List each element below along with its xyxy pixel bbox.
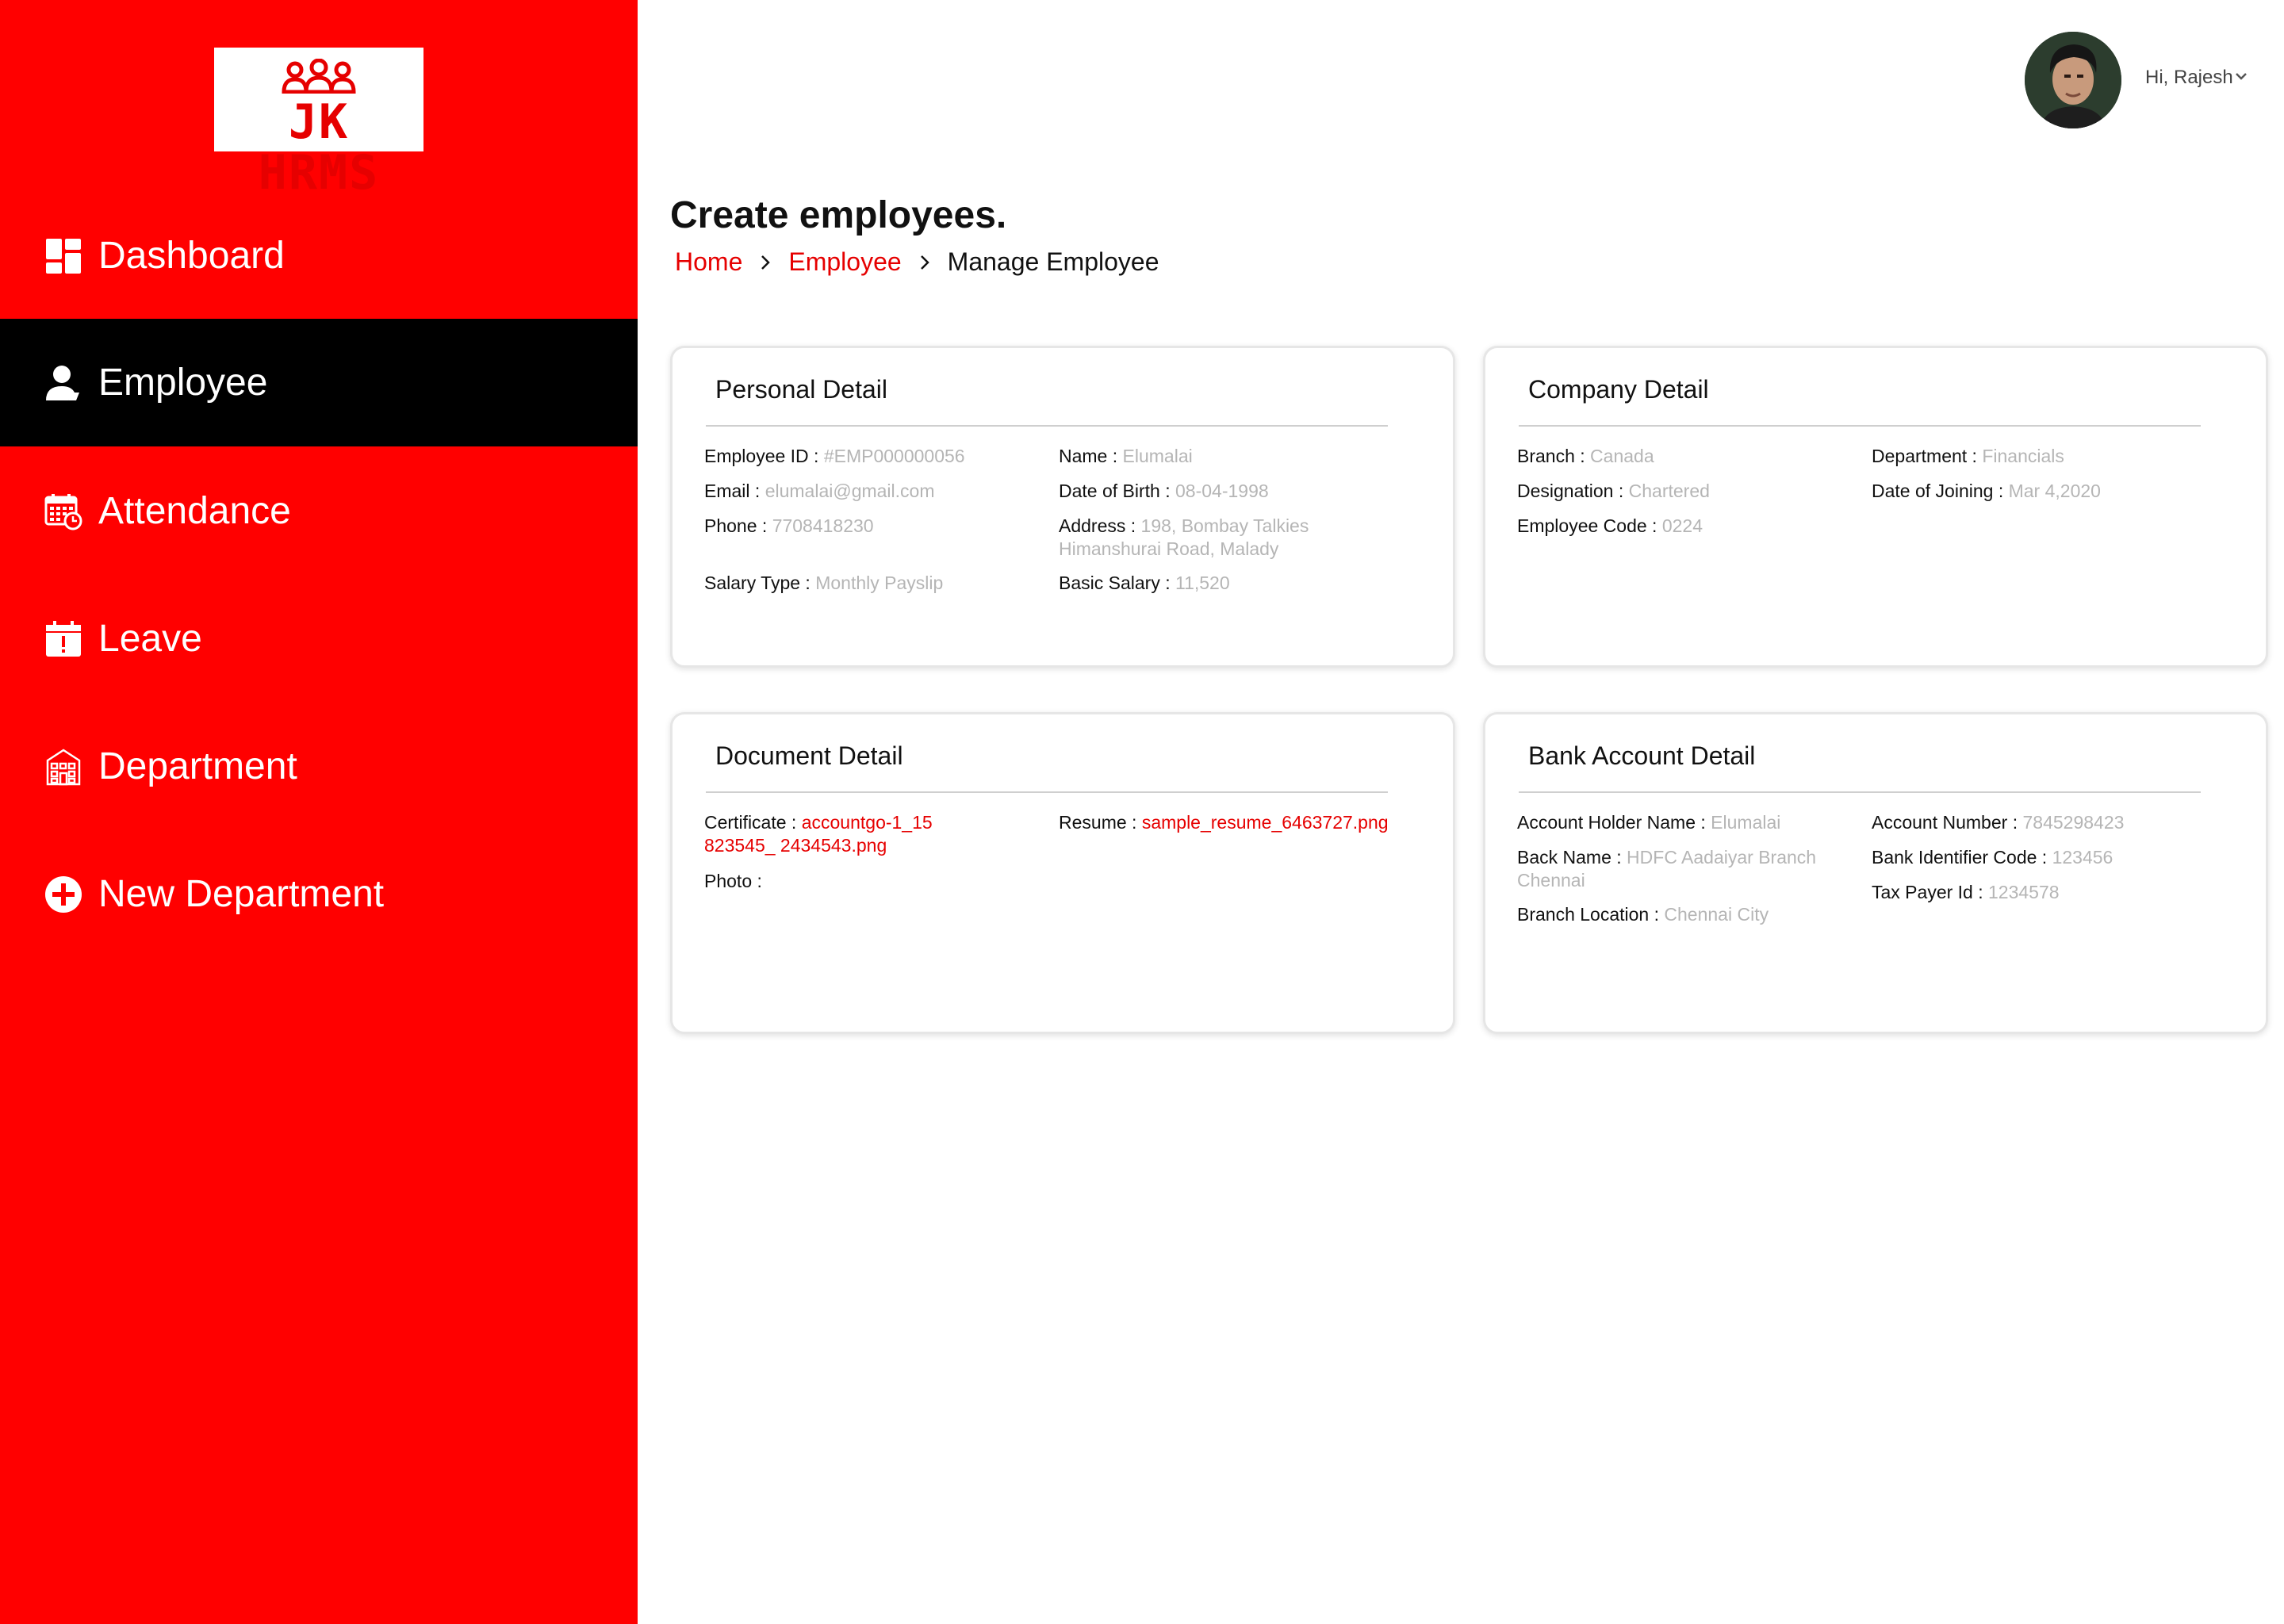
dashboard-icon (44, 237, 82, 275)
account-holder-field: Account Holder Name : Elumalai (1517, 812, 1781, 833)
date-of-joining-field: Date of Joining : Mar 4,2020 (1872, 481, 2101, 501)
address-field: Address : 198, Bombay Talkies Himanshura… (1059, 515, 1309, 559)
sidebar-item-label: Employee (98, 361, 268, 404)
dob-field: Date of Birth : 08-04-1998 (1059, 481, 1269, 501)
user-icon (44, 364, 82, 402)
page-title: Create employees. (670, 194, 1007, 236)
card-title: Personal Detail (715, 375, 887, 404)
logo-text: JK HRMS (258, 94, 380, 201)
divider (1519, 425, 2201, 427)
card-title: Bank Account Detail (1528, 741, 1756, 770)
certificate-link[interactable]: accountgo-1_15 (802, 812, 933, 833)
people-logo-icon (282, 59, 356, 94)
designation-field: Designation : Chartered (1517, 481, 1710, 501)
name-field: Name : Elumalai (1059, 446, 1193, 466)
phone-field: Phone : 7708418230 (704, 515, 874, 536)
sidebar-item-label: Leave (98, 617, 202, 660)
chevron-right-icon (760, 254, 771, 271)
card-title: Document Detail (715, 741, 903, 770)
tax-payer-field: Tax Payer Id : 1234578 (1872, 882, 2060, 902)
sidebar-item-leave[interactable]: Leave (0, 575, 638, 703)
calendar-alert-icon (44, 620, 82, 658)
divider (706, 425, 1388, 427)
document-detail-card: Document Detail Certificate : accountgo-… (670, 712, 1455, 1034)
sidebar-item-employee[interactable]: Employee (0, 319, 638, 446)
resume-field: Resume : sample_resume_6463727.png (1059, 812, 1389, 833)
bank-account-detail-card: Bank Account Detail Account Holder Name … (1483, 712, 2268, 1034)
logo[interactable]: JK HRMS (214, 48, 423, 198)
sidebar-item-department[interactable]: Department (0, 703, 638, 830)
employee-code-field: Employee Code : 0224 (1517, 515, 1703, 536)
resume-link[interactable]: sample_resume_6463727.png (1142, 812, 1389, 833)
company-detail-card: Company Detail Branch : Canada Departmen… (1483, 346, 2268, 668)
breadcrumb-employee[interactable]: Employee (788, 247, 901, 277)
sidebar-item-attendance[interactable]: Attendance (0, 447, 638, 575)
photo-field: Photo : (704, 871, 762, 891)
certificate-field: Certificate : accountgo-1_15 823545_ 243… (704, 812, 933, 856)
divider (1519, 791, 2201, 793)
card-title: Company Detail (1528, 375, 1709, 404)
user-greeting[interactable]: Hi, Rajesh (2145, 67, 2233, 89)
branch-field: Branch : Canada (1517, 446, 1654, 466)
bank-identifier-field: Bank Identifier Code : 123456 (1872, 847, 2113, 868)
basic-salary-field: Basic Salary : 11,520 (1059, 573, 1230, 593)
salary-type-field: Salary Type : Monthly Payslip (704, 573, 944, 593)
department-field: Department : Financials (1872, 446, 2064, 466)
bank-name-field: Back Name : HDFC Aadaiyar Branch Chennai (1517, 847, 1817, 891)
employee-id-field: Employee ID : #EMP000000056 (704, 446, 965, 466)
sidebar-item-new-department[interactable]: New Department (0, 830, 638, 958)
calendar-clock-icon (44, 492, 82, 530)
sidebar: JK HRMS Dashboard Employee Attendance Le… (0, 0, 638, 1624)
sidebar-item-dashboard[interactable]: Dashboard (0, 192, 638, 320)
sidebar-item-label: Attendance (98, 489, 291, 532)
breadcrumb-current: Manage Employee (947, 247, 1159, 276)
email-field: Email : elumalai@gmail.com (704, 481, 935, 501)
chevron-down-icon[interactable] (2235, 71, 2248, 81)
certificate-link-cont[interactable]: 823545_ 2434543.png (704, 835, 887, 856)
account-number-field: Account Number : 7845298423 (1872, 812, 2125, 833)
chevron-right-icon (919, 254, 930, 271)
sidebar-item-label: Dashboard (98, 234, 285, 277)
branch-location-field: Branch Location : Chennai City (1517, 904, 1769, 925)
personal-detail-card: Personal Detail Employee ID : #EMP000000… (670, 346, 1455, 668)
building-icon (44, 748, 82, 786)
breadcrumb: Home Employee Manage Employee (675, 247, 1159, 277)
avatar[interactable] (2025, 32, 2121, 128)
sidebar-item-label: Department (98, 745, 297, 787)
sidebar-item-label: New Department (98, 872, 385, 915)
breadcrumb-home[interactable]: Home (675, 247, 742, 277)
plus-circle-icon (44, 875, 82, 914)
divider (706, 791, 1388, 793)
